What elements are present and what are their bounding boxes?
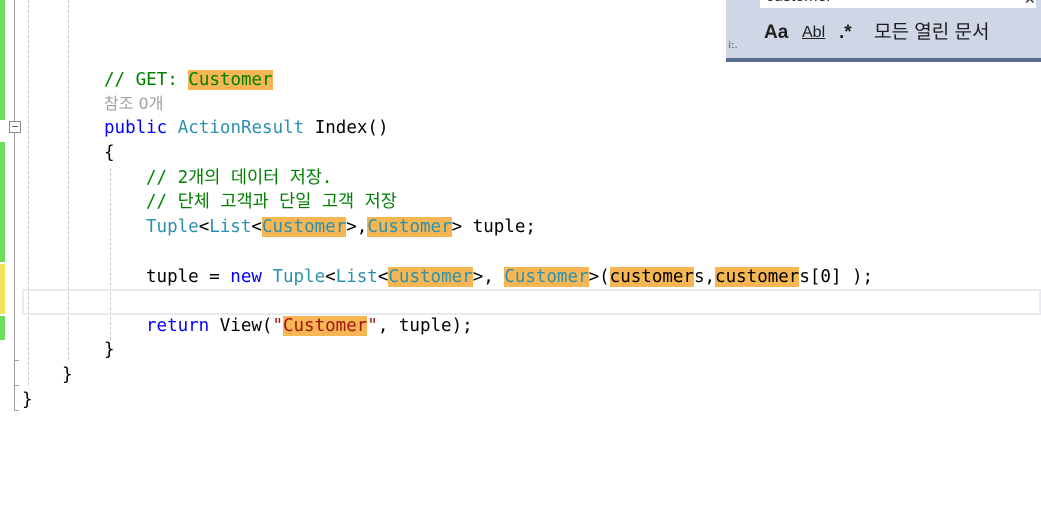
search-match: Customer — [388, 267, 473, 287]
code-line-comment: // 단체 고객과 단일 고객 저장 — [146, 192, 397, 212]
code-line-close-brace: } — [62, 365, 73, 385]
search-match: customer — [609, 267, 694, 287]
current-line-highlight — [22, 289, 1041, 315]
regex-toggle[interactable]: .* — [839, 22, 852, 44]
indent-guide — [28, 0, 29, 385]
search-scope-dropdown[interactable]: 모든 열린 문서 — [874, 22, 989, 44]
search-match: Customer — [504, 267, 589, 287]
whole-word-toggle[interactable]: Abl — [802, 22, 825, 44]
code-line-method: public ActionResult Index() — [104, 118, 389, 138]
code-line-return: return View("Customer", tuple); — [146, 316, 473, 336]
search-match: customer — [715, 267, 800, 287]
code-line-close-brace: } — [104, 340, 115, 360]
resize-grip-icon[interactable]: ⁞:. — [728, 40, 738, 51]
match-case-toggle[interactable]: Aa — [764, 22, 788, 44]
code-line-open-brace: { — [104, 143, 115, 163]
code-line-close-brace: } — [22, 390, 33, 410]
code-editor[interactable]: // GET: Customer 참조 0개 public ActionResu… — [0, 0, 873, 420]
close-icon[interactable]: ✕ — [1024, 0, 1036, 8]
search-match: Customer — [261, 217, 347, 237]
code-line-assignment: tuple = new Tuple<List<Customer>, Custom… — [146, 267, 874, 287]
search-match: Customer — [282, 316, 368, 336]
code-line-comment: // GET: Customer — [104, 70, 273, 90]
search-match: Customer — [188, 70, 273, 90]
codelens-references[interactable]: 참조 0개 — [104, 92, 163, 116]
find-search-input[interactable]: customer — [760, 0, 1036, 8]
find-panel: customer ✕ ⁞:. Aa Abl .* 모든 열린 문서 — [726, 0, 1041, 62]
code-line-declaration: Tuple<List<Customer>,Customer> tuple; — [146, 217, 536, 237]
find-panel-border — [726, 58, 1041, 62]
search-match: Customer — [367, 217, 452, 237]
code-line-comment: // 2개의 데이터 저장. — [146, 168, 333, 188]
